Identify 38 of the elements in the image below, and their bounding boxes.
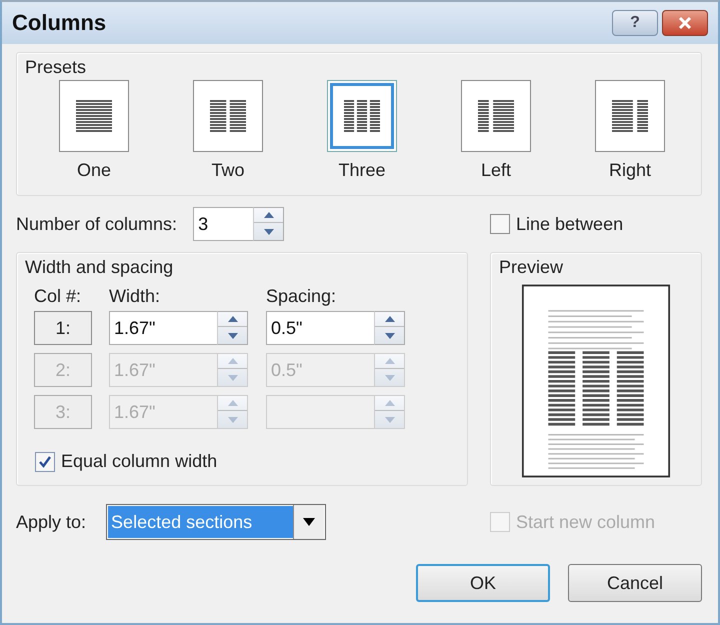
number-of-columns-label: Number of columns: — [16, 214, 178, 234]
checkbox[interactable] — [35, 452, 55, 472]
check-icon — [38, 454, 52, 468]
preset-button[interactable] — [461, 80, 531, 152]
preset-label: Two — [211, 160, 244, 181]
close-button[interactable] — [662, 10, 708, 36]
window-title: Columns — [12, 10, 106, 36]
cancel-button[interactable]: Cancel — [568, 564, 702, 602]
column-number-button[interactable]: 1: — [34, 311, 92, 345]
preset-label: Right — [608, 160, 652, 181]
preset-button[interactable] — [595, 80, 665, 152]
equal-column-width-label: Equal column width — [61, 451, 218, 472]
spin-buttons[interactable] — [374, 311, 405, 345]
apply-to-label: Apply to: — [16, 512, 86, 532]
preset-button[interactable] — [327, 80, 397, 152]
column-header: Col #: — [34, 286, 82, 307]
ok-button[interactable]: OK — [416, 564, 550, 602]
start-new-column-label: Start new column — [516, 512, 656, 532]
preset-button[interactable] — [193, 80, 263, 152]
preset-button[interactable] — [59, 80, 129, 152]
help-button[interactable]: ? — [612, 10, 658, 36]
caret-icon — [293, 505, 324, 539]
group-title: Width and spacing — [24, 256, 174, 278]
preset-label: One — [76, 160, 112, 181]
checkbox[interactable] — [490, 214, 510, 234]
preset-label: Left — [480, 160, 512, 181]
number-of-columns-field[interactable]: 3 — [193, 207, 254, 241]
spin-buttons[interactable] — [217, 311, 248, 345]
group-title: Preview — [498, 256, 564, 278]
group-title: Presets — [24, 56, 88, 78]
spacing-field[interactable] — [266, 395, 374, 429]
column-header: Width: — [109, 286, 162, 307]
column-header: Spacing: — [266, 286, 338, 307]
preset-label: Three — [338, 160, 386, 181]
width-field[interactable]: 1.67" — [109, 311, 217, 345]
line-between-label: Line between — [516, 214, 624, 234]
spin-buttons[interactable] — [253, 207, 284, 241]
spacing-field[interactable]: 0.5" — [266, 311, 374, 345]
